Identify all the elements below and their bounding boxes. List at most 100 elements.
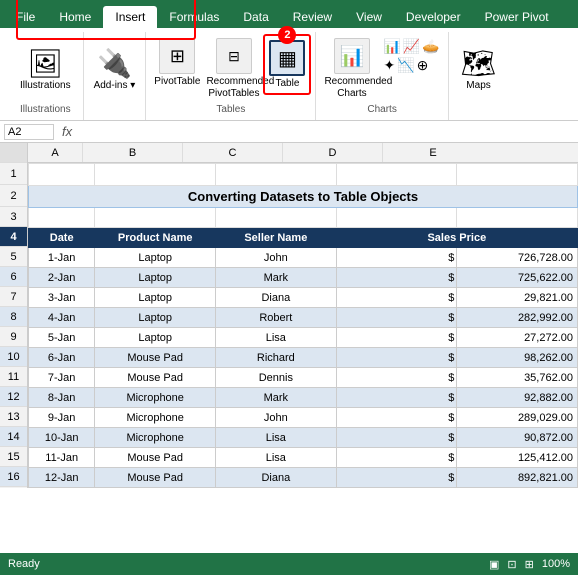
row-num-13: 13: [0, 407, 27, 427]
status-text: Ready: [8, 558, 40, 570]
table-row: [29, 208, 578, 228]
title-cell[interactable]: Converting Datasets to Table Objects: [29, 186, 578, 208]
row-num-7: 7: [0, 287, 27, 307]
table-row: 8-Jan Microphone Mark $ 92,882.00: [29, 388, 578, 408]
table-row: 11-Jan Mouse Pad Lisa $ 125,412.00: [29, 448, 578, 468]
row-num-16: 16: [0, 467, 27, 487]
recommended-charts-icon: 📊: [334, 38, 370, 74]
tab-insert[interactable]: Insert: [103, 6, 157, 28]
formula-input[interactable]: [80, 126, 574, 138]
row-num-11: 11: [0, 367, 27, 387]
title-row: Converting Datasets to Table Objects: [29, 186, 578, 208]
table-row: 1-Jan Laptop John $ 726,728.00: [29, 248, 578, 268]
normal-view-icon[interactable]: ▣: [489, 558, 499, 571]
col-header-c: C: [183, 143, 283, 162]
line-chart-icon[interactable]: 📈: [403, 38, 420, 55]
tables-group-label: Tables: [150, 104, 311, 118]
more-charts-icon[interactable]: ⊕: [417, 57, 429, 74]
maps-group: 🗺 Maps .: [449, 32, 509, 120]
row-num-5: 5: [0, 247, 27, 267]
tables-group: 1 ⊞ PivotTable ⊟ Recommended PivotTables…: [146, 32, 316, 120]
row-num-10: 10: [0, 347, 27, 367]
recommended-charts-button[interactable]: 📊 Recommended Charts: [324, 34, 379, 104]
row-num-4: 4: [0, 227, 27, 247]
addins-label: Add-ins ▾: [94, 80, 136, 92]
table-row: 7-Jan Mouse Pad Dennis $ 35,762.00: [29, 368, 578, 388]
header-seller[interactable]: Seller Name: [216, 228, 337, 248]
col-header-a: A: [28, 143, 83, 162]
table-icon: ▦: [269, 40, 305, 76]
spreadsheet-area: 1 2 3 4 5 6 7 8 9 10 11 12 13 14 15 16 A…: [0, 143, 578, 488]
table-row: 10-Jan Microphone Lisa $ 90,872.00: [29, 428, 578, 448]
table-row: 3-Jan Laptop Diana $ 29,821.00: [29, 288, 578, 308]
table-button[interactable]: 2 ▦ Table: [263, 34, 311, 95]
tab-home[interactable]: Home: [47, 6, 103, 28]
maps-icon: 🗺: [461, 47, 497, 80]
addins-button[interactable]: 🔌 Add-ins ▾: [90, 34, 140, 104]
col-header-corner: [0, 143, 27, 163]
tab-formulas[interactable]: Formulas: [157, 6, 231, 28]
table-row: 5-Jan Laptop Lisa $ 27,272.00: [29, 328, 578, 348]
row-num-8: 8: [0, 307, 27, 327]
table-row: 4-Jan Laptop Robert $ 282,992.00: [29, 308, 578, 328]
col-header-d: D: [283, 143, 383, 162]
header-row: Date Product Name Seller Name Sales Pric…: [29, 228, 578, 248]
row-num-1: 1: [0, 163, 27, 185]
table-row: 6-Jan Mouse Pad Richard $ 98,262.00: [29, 348, 578, 368]
table-row: 12-Jan Mouse Pad Diana $ 892,821.00: [29, 468, 578, 488]
tab-developer[interactable]: Developer: [394, 6, 473, 28]
charts-group-label: Charts: [324, 104, 439, 118]
row-num-12: 12: [0, 387, 27, 407]
page-break-icon[interactable]: ⊞: [525, 558, 534, 571]
pivottable-label: PivotTable: [154, 76, 200, 88]
badge-2: 2: [278, 26, 296, 44]
recommended-pivottables-button[interactable]: ⊟ Recommended PivotTables: [206, 34, 261, 104]
row-num-9: 9: [0, 327, 27, 347]
illustrations-button[interactable]: 🖼 Illustrations: [16, 34, 75, 104]
col-headers-row: A B C D E: [28, 143, 578, 163]
table-row: 9-Jan Microphone John $ 289,029.00: [29, 408, 578, 428]
col-header-e: E: [383, 143, 483, 162]
row-num-2: 2: [0, 185, 27, 207]
tab-review[interactable]: Review: [281, 6, 344, 28]
tab-file[interactable]: File: [4, 6, 47, 28]
ribbon: 🖼 Illustrations Illustrations 🔌 Add-ins …: [0, 28, 578, 121]
row-numbers: 1 2 3 4 5 6 7 8 9 10 11 12 13 14 15 16: [0, 143, 28, 488]
chart-icons-grid: 📊 📈 🥧 ✦ 📉 ⊕: [383, 34, 439, 74]
row-num-14: 14: [0, 427, 27, 447]
row-num-3: 3: [0, 207, 27, 227]
tab-view[interactable]: View: [344, 6, 394, 28]
maps-button[interactable]: 🗺 Maps: [457, 34, 501, 104]
addins-icon: 🔌: [97, 47, 132, 80]
illustrations-group-label: Illustrations: [20, 104, 71, 118]
header-price[interactable]: Sales Price: [336, 228, 577, 248]
row-num-15: 15: [0, 447, 27, 467]
page-layout-icon[interactable]: ⊡: [507, 558, 516, 571]
data-table: Converting Datasets to Table Objects Dat…: [28, 163, 578, 488]
tab-powerpivot[interactable]: Power Pivot: [473, 6, 561, 28]
table-row: [29, 164, 578, 186]
col-header-b: B: [83, 143, 183, 162]
name-box[interactable]: [4, 124, 54, 140]
recommended-pivottables-icon: ⊟: [216, 38, 252, 74]
pivottable-icon: ⊞: [159, 38, 195, 74]
pivottable-button[interactable]: ⊞ PivotTable: [150, 34, 204, 92]
sheet-content: A B C D E Converting Datasets to Table O…: [28, 143, 578, 488]
status-bar: Ready ▣ ⊡ ⊞ 100%: [0, 553, 578, 575]
row-num-6: 6: [0, 267, 27, 287]
formula-bar: fx: [0, 121, 578, 143]
header-date[interactable]: Date: [29, 228, 95, 248]
tab-bar: File Home Insert Formulas Data Review Vi…: [0, 0, 578, 28]
charts-group: 📊 Recommended Charts 📊 📈 🥧 ✦ 📉 ⊕: [316, 32, 448, 120]
table-row: 2-Jan Laptop Mark $ 725,622.00: [29, 268, 578, 288]
pie-chart-icon[interactable]: 🥧: [422, 38, 439, 55]
scatter-chart-icon[interactable]: ✦: [383, 57, 395, 74]
table-label: Table: [275, 78, 299, 89]
view-buttons: ▣ ⊡ ⊞ 100%: [489, 558, 570, 571]
tab-data[interactable]: Data: [231, 6, 280, 28]
recommended-charts-label: Recommended Charts: [324, 76, 379, 100]
illustrations-label: Illustrations: [20, 80, 71, 92]
header-product[interactable]: Product Name: [95, 228, 216, 248]
bar-chart-icon[interactable]: 📊: [383, 38, 400, 55]
area-chart-icon[interactable]: 📉: [397, 57, 414, 74]
